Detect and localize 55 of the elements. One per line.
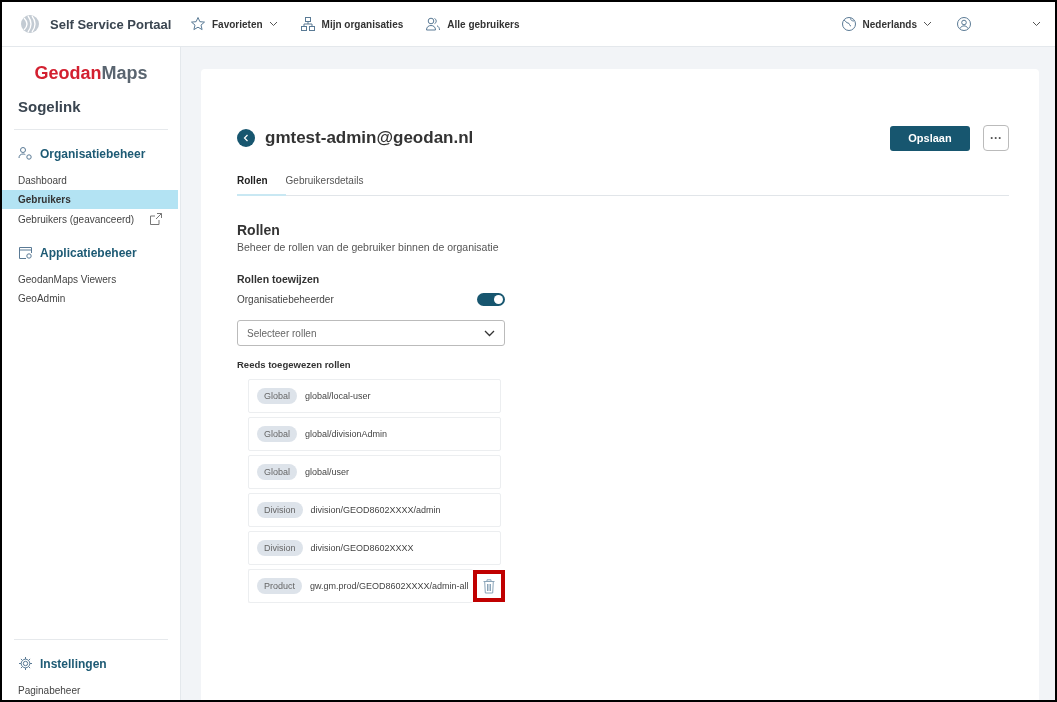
tab[interactable]: Rollen <box>237 169 286 196</box>
scope-tag: Global <box>257 388 297 404</box>
role-select[interactable]: Selecteer rollen <box>237 320 505 346</box>
users-icon <box>425 16 442 32</box>
role-name: division/GEOD8602XXXX <box>310 543 414 553</box>
sidebar-item[interactable]: Dashboard <box>2 171 178 190</box>
scope-tag: Global <box>257 464 297 480</box>
logo-text: GeodanMaps <box>33 63 149 84</box>
scope-tag: Global <box>257 426 297 442</box>
role-name: global/local-user <box>305 391 371 401</box>
window-gear-icon <box>18 245 33 260</box>
chevron-down-icon <box>484 329 495 337</box>
chevron-left-icon <box>243 134 249 142</box>
scope-tag: Division <box>257 540 303 556</box>
nav-link[interactable]: Alle gebruikers <box>425 16 520 32</box>
sidebar-item[interactable]: Paginabeheer <box>2 681 178 700</box>
toggle-switch[interactable] <box>477 293 505 306</box>
star-icon <box>190 16 206 32</box>
chevron-down-icon <box>923 21 932 27</box>
language-selector[interactable]: Nederlands <box>840 16 932 32</box>
tab[interactable]: Gebruikersdetails <box>285 169 382 195</box>
sidebar-item[interactable]: Gebruikers (geavanceerd) <box>2 209 178 229</box>
role-name: gw.gm.prod/GEOD8602XXXX/admin-all <box>310 581 469 591</box>
app-title: Self Service Portaal <box>50 16 172 32</box>
globe-logo-icon <box>20 14 40 34</box>
section-description: Beheer de rollen van de gebruiker binnen de organisatie <box>237 241 500 253</box>
chevron-down-icon[interactable] <box>1032 21 1041 27</box>
save-button[interactable]: Opslaan <box>890 125 970 151</box>
more-button[interactable]: ··· <box>983 125 1009 151</box>
role-name: division/GEOD8602XXXX/admin <box>310 505 441 515</box>
section-title: Organisatiebeheer <box>40 146 146 161</box>
section-title: Applicatiebeheer <box>40 245 137 260</box>
hierarchy-icon <box>299 16 316 32</box>
field-label: Reeds toegewezen rollen <box>237 359 352 370</box>
nav-link[interactable]: Mijn organisaties <box>299 16 404 32</box>
role-name: global/user <box>305 467 350 477</box>
section-heading: Rollen <box>237 222 281 238</box>
sidebar-item[interactable]: GeodanMaps Viewers <box>2 270 178 289</box>
scope-tag: Division <box>257 502 303 518</box>
page-title: gmtest-admin@geodan.nl <box>265 128 474 148</box>
user-icon[interactable] <box>956 16 972 32</box>
sidebar-item[interactable]: Gebruikers <box>2 190 178 209</box>
section-title: Instellingen <box>40 656 107 671</box>
back-button[interactable] <box>237 129 255 147</box>
role-name: global/divisionAdmin <box>305 429 388 439</box>
gear-icon <box>18 656 33 671</box>
organization-name: Sogelink <box>17 98 82 115</box>
field-label: Rollen toewijzen <box>237 273 321 285</box>
trash-icon[interactable] <box>482 578 495 594</box>
scope-tag: Product <box>257 578 303 594</box>
sidebar-item[interactable]: GeoAdmin <box>2 289 178 308</box>
nav-link[interactable]: Favorieten <box>190 16 278 32</box>
globe-icon <box>840 16 857 32</box>
toggle-label: Organisatiebeheerder <box>237 294 334 305</box>
user-gear-icon <box>18 146 33 161</box>
